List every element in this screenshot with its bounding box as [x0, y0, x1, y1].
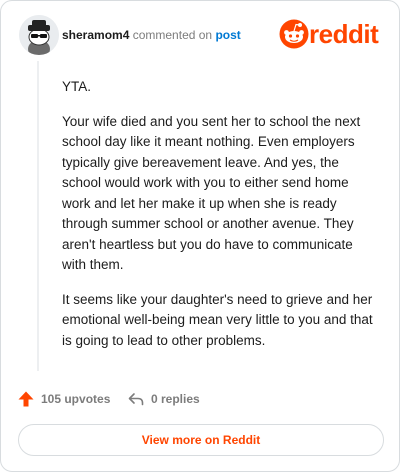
post-link[interactable]: post: [215, 28, 240, 42]
reply-button[interactable]: 0 replies: [127, 389, 200, 409]
reddit-comment-embed-card: sheramom4 commented on post reddit YTA. …: [0, 0, 400, 472]
comment-actions: 105 upvotes 0 replies: [17, 389, 387, 409]
reddit-logo[interactable]: reddit: [279, 19, 387, 49]
reply-arrow-icon: [128, 393, 144, 406]
comment-header: sheramom4 commented on post reddit: [19, 15, 385, 55]
upvote-button[interactable]: 105 upvotes: [17, 389, 110, 409]
upvote-arrow-icon: [18, 391, 34, 407]
upvote-count: 105 upvotes: [41, 392, 111, 406]
reply-count: 0 replies: [151, 392, 200, 406]
comment-paragraph: YTA.: [62, 79, 92, 94]
reddit-wordmark: reddit: [309, 19, 379, 49]
view-more-on-reddit-button[interactable]: View more on Reddit: [18, 424, 384, 456]
username-link[interactable]: sheramom4: [62, 28, 129, 42]
commented-on-text: commented on: [132, 28, 213, 42]
user-avatar[interactable]: [19, 15, 59, 55]
reddit-alien-icon: [279, 19, 309, 49]
comment-paragraph: Your wife died and you sent her to schoo…: [62, 113, 361, 273]
comment-paragraph: It seems like your daughter's need to gr…: [62, 291, 373, 348]
thread-line: [37, 61, 39, 371]
comment-body: YTA. Your wife died and you sent her to …: [62, 77, 378, 365]
comment-meta: sheramom4 commented on post: [62, 28, 241, 42]
snoo-avatar-icon: [19, 15, 59, 55]
